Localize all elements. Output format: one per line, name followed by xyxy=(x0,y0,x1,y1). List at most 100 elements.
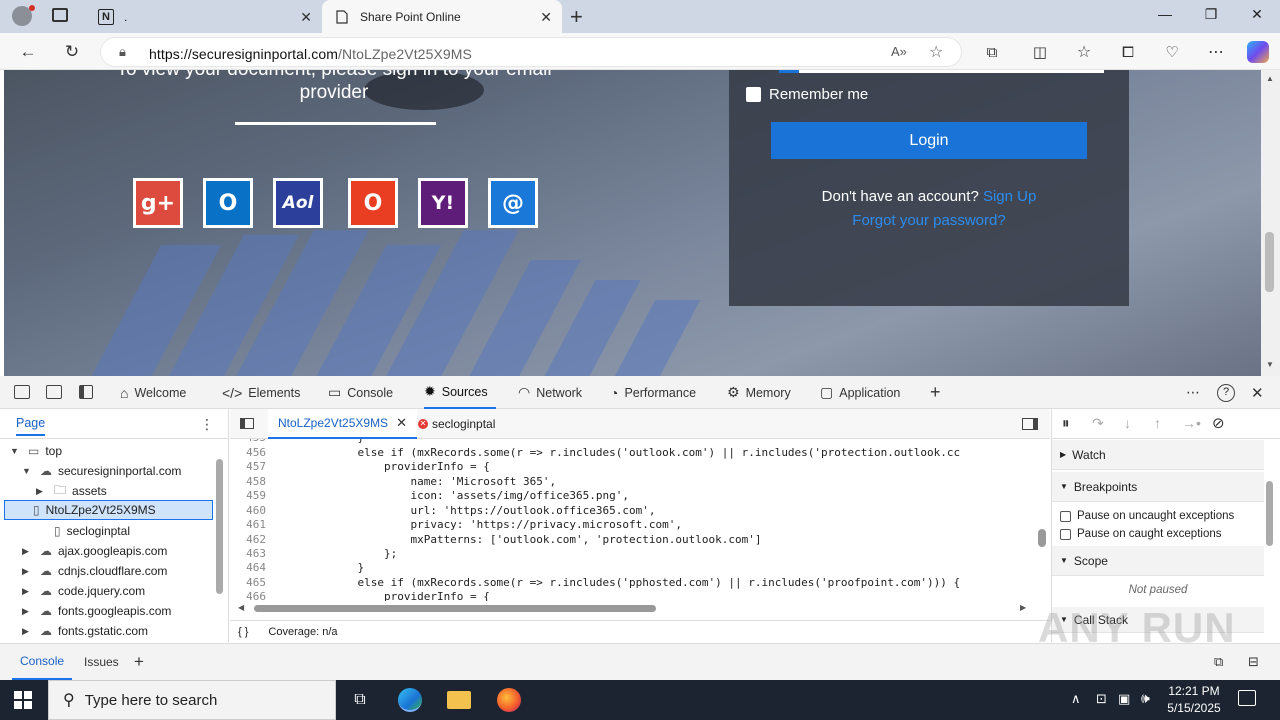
network-icon[interactable]: ▣ xyxy=(1118,691,1130,707)
inspect-element-icon[interactable] xyxy=(14,385,30,399)
navigator-menu-icon[interactable]: ⋮ xyxy=(200,416,214,433)
editor-tab[interactable]: ✕ secloginptal xyxy=(418,409,495,439)
collections-icon[interactable]: ⧠ xyxy=(1114,39,1142,65)
checkbox-box[interactable] xyxy=(746,87,761,102)
address-bar[interactable]: 🔒︎ https://securesigninportal.com/NtoLZp… xyxy=(100,37,962,67)
google-plus-icon[interactable]: g+ xyxy=(133,178,183,228)
devtools-tab-elements[interactable]: </> Elements xyxy=(222,376,300,409)
devtools-tab-network[interactable]: ◠ Network xyxy=(518,376,582,409)
horizontal-scrollbar-thumb[interactable] xyxy=(254,605,656,612)
step-out-icon[interactable]: ↑ xyxy=(1154,415,1161,431)
outlook-icon[interactable]: O xyxy=(203,178,253,228)
tree-item-domain[interactable]: ▶ ☁ code.jquery.com xyxy=(22,581,145,601)
notifications-icon[interactable] xyxy=(1238,690,1256,706)
tree-item-domain[interactable]: ▶ ☁ fonts.googleapis.com xyxy=(22,601,171,621)
favorites-icon[interactable]: ☆ xyxy=(1070,39,1098,65)
restore-icon[interactable]: ❐ xyxy=(1196,6,1226,26)
browser-essentials-icon[interactable]: ♡ xyxy=(1158,39,1186,65)
edge-browser-icon[interactable] xyxy=(398,688,422,712)
other-mail-icon[interactable]: @ xyxy=(488,178,538,228)
tab-actions-icon[interactable] xyxy=(52,8,68,22)
tab-page[interactable]: Page xyxy=(16,416,46,436)
window-close-icon[interactable]: ✕ xyxy=(1242,6,1272,26)
debugger-scrollbar[interactable] xyxy=(1266,481,1273,546)
tab-notion[interactable]: N . ✕ xyxy=(86,0,322,33)
add-drawer-tab-icon[interactable]: + xyxy=(134,644,144,680)
device-emulation-icon[interactable] xyxy=(46,385,62,399)
more-tabs-icon[interactable]: + xyxy=(930,376,941,409)
file-explorer-icon[interactable] xyxy=(447,691,471,709)
login-button[interactable]: Login xyxy=(771,122,1087,159)
editor-tab-active[interactable]: NtoLZpe2Vt25X9MS ✕ xyxy=(268,409,417,439)
drawer-tab-issues[interactable]: Issues xyxy=(84,644,119,680)
forgot-password-link[interactable]: Forgot your password? xyxy=(729,212,1129,229)
step-into-icon[interactable]: ↓ xyxy=(1124,415,1131,431)
dock-side-icon[interactable] xyxy=(79,385,93,399)
taskbar-search-box[interactable]: ⚲ Type here to search xyxy=(48,680,336,720)
watch-section[interactable]: ▶ Watch xyxy=(1052,440,1264,470)
tab-share-point-online[interactable]: Share Point Online ✕ xyxy=(322,0,562,33)
sign-up-link[interactable]: Sign Up xyxy=(983,188,1036,205)
toggle-navigator-icon[interactable] xyxy=(240,418,254,429)
devtools-tab-welcome[interactable]: ⌂ Welcome xyxy=(120,376,186,409)
more-menu-icon[interactable]: ⋯ xyxy=(1202,39,1230,65)
page-scrollbar[interactable]: ▲ ▼ xyxy=(1261,70,1280,376)
tree-item-top[interactable]: ▼ ▭ top xyxy=(10,441,62,461)
favorite-star-icon[interactable]: ☆ xyxy=(929,42,943,62)
tree-item-assets[interactable]: ▶ 🗀 assets xyxy=(36,481,107,501)
page-scrollbar-thumb[interactable] xyxy=(1265,232,1274,292)
read-aloud-icon[interactable]: A» xyxy=(891,44,907,59)
devtools-tab-performance[interactable]: ◔ Performance xyxy=(610,376,696,409)
extensions-icon[interactable]: ⧉ xyxy=(978,39,1006,65)
password-field[interactable] xyxy=(779,70,1104,73)
close-devtools-icon[interactable]: ✕ xyxy=(1251,376,1264,409)
aol-icon[interactable]: Aol xyxy=(273,178,323,228)
close-icon[interactable]: ✕ xyxy=(300,9,312,26)
pause-icon[interactable]: ⏸︎ xyxy=(1062,415,1070,432)
copilot-icon[interactable] xyxy=(1244,39,1272,65)
devtools-tab-memory[interactable]: ⚙ Memory xyxy=(727,376,791,409)
step-icon[interactable]: →• xyxy=(1182,415,1201,431)
back-icon[interactable]: ← xyxy=(14,39,42,65)
meet-now-icon[interactable]: ⊡ xyxy=(1096,691,1107,707)
drawer-tab-console[interactable]: Console xyxy=(12,644,73,680)
tree-item-domain[interactable]: ▶ ☁ ajax.googleapis.com xyxy=(22,541,167,561)
code-area[interactable]: 455 } 456 else if (mxRecords.some(r => r… xyxy=(230,439,1038,601)
close-drawer-icon[interactable]: ⊟ xyxy=(1248,644,1259,680)
system-clock[interactable]: 12:21 PM 5/15/2025 xyxy=(1156,683,1232,717)
pause-uncaught-checkbox[interactable]: Pause on uncaught exceptions xyxy=(1060,510,1234,522)
pause-caught-checkbox[interactable]: Pause on caught exceptions xyxy=(1060,528,1222,540)
help-icon[interactable]: ? xyxy=(1217,384,1235,402)
tree-item-domain[interactable]: ▶ ☁ fonts.gstatic.com xyxy=(22,621,148,641)
yahoo-icon[interactable]: Y! xyxy=(418,178,468,228)
volume-icon[interactable]: 🕪︎ xyxy=(1141,690,1150,707)
refresh-icon[interactable]: ↻ xyxy=(58,39,86,65)
tree-item-domain[interactable]: ▼ ☁ securesigninportal.com xyxy=(22,461,181,481)
split-screen-icon[interactable]: ◫ xyxy=(1026,39,1054,65)
deactivate-breakpoints-icon[interactable]: ⊘ xyxy=(1212,414,1225,432)
office-icon[interactable]: O xyxy=(348,178,398,228)
task-view-icon[interactable]: ⧉ xyxy=(348,688,372,712)
close-icon[interactable]: ✕ xyxy=(396,415,407,431)
firefox-icon[interactable] xyxy=(497,688,521,712)
pretty-print-icon[interactable]: { } xyxy=(238,626,248,638)
new-tab-icon[interactable]: + xyxy=(570,4,583,30)
tree-item-domain[interactable]: ▶ ☁ cdnjs.cloudflare.com xyxy=(22,561,167,581)
tree-item-file[interactable]: ▯ secloginptal xyxy=(48,521,130,541)
windows-start-icon[interactable] xyxy=(14,691,32,709)
devtools-tab-console[interactable]: ▭ Console xyxy=(328,376,393,409)
lock-icon[interactable]: 🔒︎ xyxy=(119,44,126,60)
minimize-icon[interactable]: — xyxy=(1150,6,1180,26)
breakpoints-section[interactable]: ▼ Breakpoints xyxy=(1052,472,1264,502)
step-over-icon[interactable]: ↷ xyxy=(1092,415,1104,432)
remember-me-checkbox[interactable]: Remember me xyxy=(746,86,868,103)
devtools-menu-icon[interactable]: ⋯ xyxy=(1186,376,1200,409)
devtools-tab-sources[interactable]: ✹ Sources xyxy=(424,376,496,409)
scope-section[interactable]: ▼ Scope xyxy=(1052,546,1264,576)
devtools-tab-application[interactable]: ▢ Application xyxy=(820,376,900,409)
tree-item-selected-file[interactable]: ▯ NtoLZpe2Vt25X9MS xyxy=(4,500,213,520)
code-horizontal-scrollbar[interactable]: ◀ ▶ xyxy=(238,603,1028,613)
show-hidden-icons-icon[interactable]: ∧ xyxy=(1071,691,1081,707)
navigator-scrollbar[interactable] xyxy=(216,459,223,594)
code-vertical-scrollbar[interactable] xyxy=(1038,529,1046,547)
